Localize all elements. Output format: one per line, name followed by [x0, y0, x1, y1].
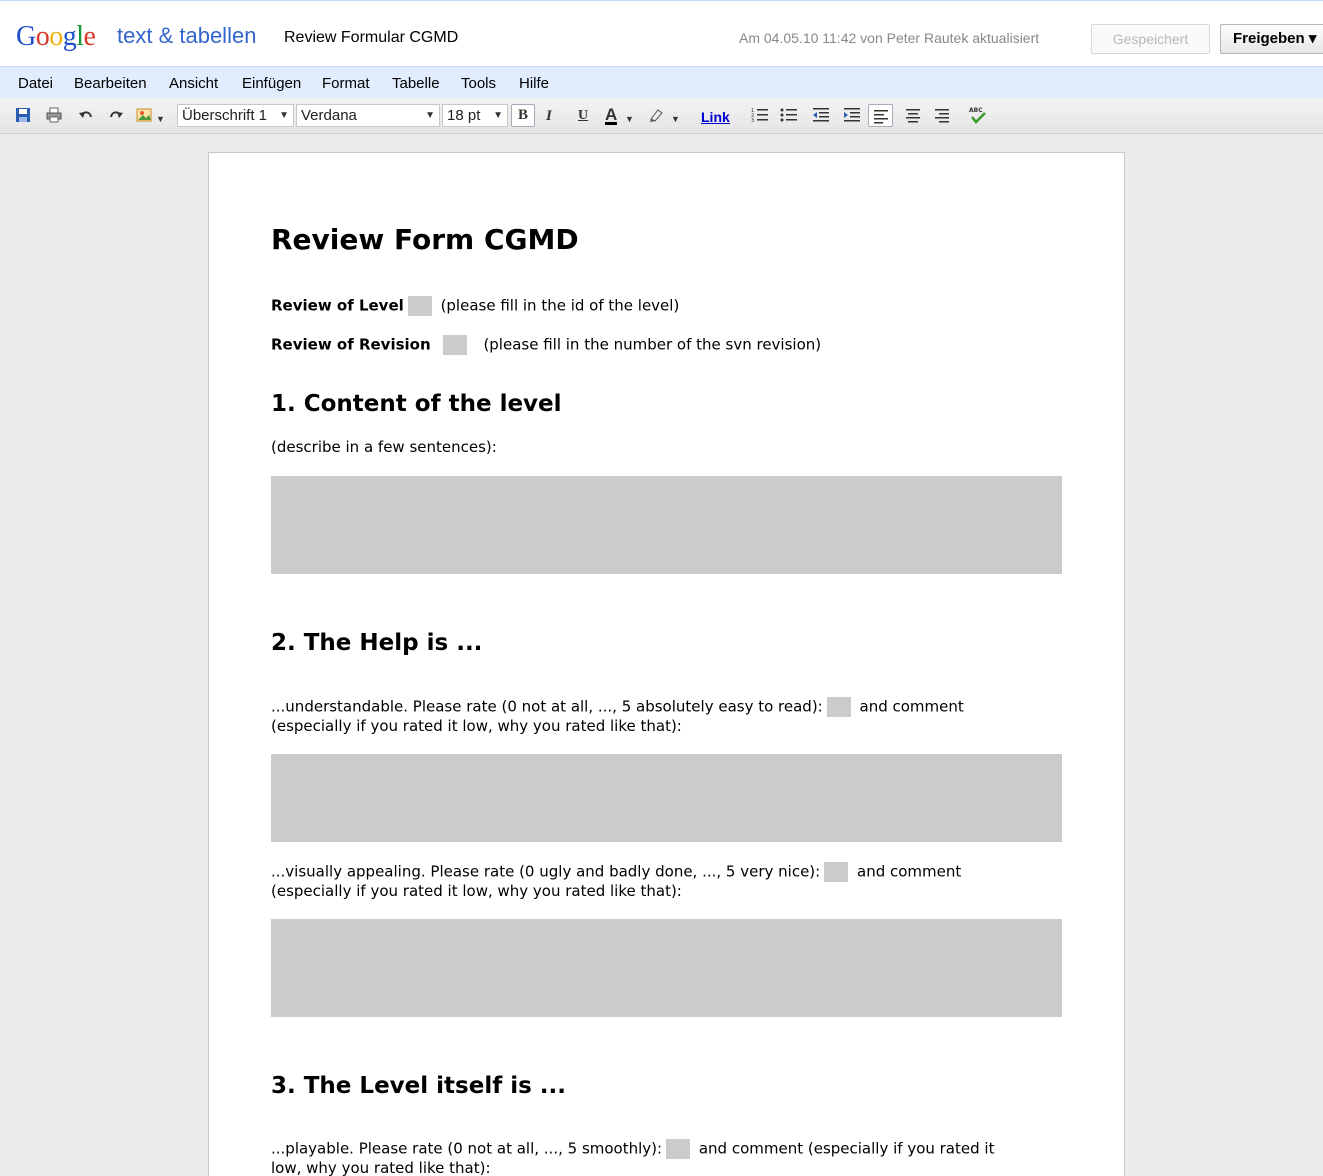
menu-bearbeiten[interactable]: Bearbeiten	[74, 75, 147, 92]
help-understandable-comment-box[interactable]	[271, 754, 1062, 842]
document-page[interactable]: Review Form CGMD Review of Level (please…	[208, 152, 1125, 1176]
link-button[interactable]: Link	[701, 108, 730, 126]
bullet-list-icon[interactable]	[780, 107, 798, 125]
highlight-dropdown-icon[interactable]: ▼	[671, 110, 680, 128]
redo-icon[interactable]	[107, 107, 125, 125]
level-input[interactable]	[407, 296, 432, 316]
text-color-button[interactable]: A	[605, 106, 618, 125]
chevron-down-icon: ▼	[279, 110, 289, 121]
section-2-heading: 2. The Help is ...	[271, 630, 483, 656]
decrease-indent-icon[interactable]	[812, 107, 830, 125]
menu-format[interactable]: Format	[322, 75, 370, 92]
app-header: Google text & tabellen Review Formular C…	[0, 0, 1323, 66]
chevron-down-icon: ▼	[425, 110, 435, 121]
print-icon[interactable]	[45, 107, 63, 125]
insert-image-icon[interactable]	[136, 107, 154, 125]
align-right-icon[interactable]	[933, 107, 951, 125]
revision-hint: (please fill in the number of the svn re…	[483, 335, 822, 354]
numbered-list-icon[interactable]: 123	[751, 107, 769, 125]
menu-bar: Datei Bearbeiten Ansicht Einfügen Format…	[0, 66, 1323, 98]
saved-button[interactable]: Gespeichert	[1091, 24, 1210, 54]
menu-datei[interactable]: Datei	[18, 75, 53, 92]
undo-icon[interactable]	[77, 107, 95, 125]
help-understandable-prompt: ...understandable. Please rate (0 not at…	[271, 697, 823, 716]
level-playable-comment-label: and comment (especially if you rated it	[698, 1139, 995, 1158]
help-visual-comment-label: and comment	[857, 862, 962, 881]
level-hint: (please fill in the id of the level)	[440, 296, 680, 315]
share-button[interactable]: Freigeben ▾	[1220, 24, 1323, 54]
spellcheck-label: ABC	[969, 107, 983, 114]
help-understandable-rating[interactable]	[826, 697, 851, 717]
help-visual-comment-hint: (especially if you rated it low, why you…	[271, 882, 682, 900]
help-visual-text: ...visually appealing. Please rate (0 ug…	[271, 862, 1062, 901]
style-select[interactable]: Überschrift 1 ▼	[177, 104, 294, 127]
font-size-select[interactable]: 18 pt ▼	[442, 104, 508, 127]
help-visual-rating[interactable]	[824, 862, 849, 882]
revision-field-line: Review of Revision (please fill in the n…	[271, 335, 821, 355]
help-understandable-text: ...understandable. Please rate (0 not at…	[271, 697, 1062, 736]
font-select[interactable]: Verdana ▼	[296, 104, 440, 127]
chevron-down-icon: ▼	[493, 110, 503, 121]
google-logo[interactable]: Google	[16, 21, 96, 53]
font-select-value: Verdana	[301, 107, 357, 124]
highlight-color-icon[interactable]	[648, 107, 666, 125]
level-playable-comment-hint: low, why you rated like that):	[271, 1159, 491, 1176]
insert-dropdown-icon[interactable]: ▼	[156, 110, 165, 128]
font-size-value: 18 pt	[447, 107, 481, 124]
menu-tools[interactable]: Tools	[461, 75, 496, 92]
style-select-value: Überschrift 1	[182, 107, 268, 124]
section-1-heading: 1. Content of the level	[271, 391, 562, 417]
align-left-icon[interactable]	[868, 104, 893, 127]
text-color-dropdown-icon[interactable]: ▼	[625, 110, 634, 128]
align-center-icon[interactable]	[904, 107, 922, 125]
last-edit-info: Am 04.05.10 11:42 von Peter Rautek aktua…	[739, 30, 1040, 46]
help-visual-comment-box[interactable]	[271, 919, 1062, 1017]
section-1-description: (describe in a few sentences):	[271, 438, 497, 456]
level-playable-rating[interactable]	[666, 1139, 691, 1159]
menu-tabelle[interactable]: Tabelle	[392, 75, 440, 92]
level-playable-text: ...playable. Please rate (0 not at all, …	[271, 1139, 1062, 1176]
content-description-box[interactable]	[271, 476, 1062, 574]
level-label: Review of Level	[271, 296, 404, 315]
increase-indent-icon[interactable]	[843, 107, 861, 125]
underline-button[interactable]: U	[578, 107, 588, 125]
spellcheck-icon[interactable]: ABC	[968, 105, 988, 129]
save-icon[interactable]	[14, 107, 32, 125]
menu-hilfe[interactable]: Hilfe	[519, 75, 549, 92]
svg-text:3: 3	[751, 118, 754, 123]
product-name[interactable]: text & tabellen	[117, 23, 256, 49]
help-understandable-comment-hint: (especially if you rated it low, why you…	[271, 717, 682, 735]
section-3-heading: 3. The Level itself is ...	[271, 1073, 567, 1099]
formatting-toolbar: ▼ Überschrift 1 ▼ Verdana ▼ 18 pt ▼ B I …	[0, 98, 1323, 134]
level-playable-prompt: ...playable. Please rate (0 not at all, …	[271, 1139, 663, 1158]
help-understandable-comment-label: and comment	[859, 697, 964, 716]
revision-input[interactable]	[442, 335, 467, 355]
revision-label: Review of Revision	[271, 335, 431, 354]
menu-ansicht[interactable]: Ansicht	[169, 75, 218, 92]
document-title[interactable]: Review Formular CGMD	[284, 29, 458, 47]
level-field-line: Review of Level (please fill in the id o…	[271, 296, 679, 316]
help-visual-prompt: ...visually appealing. Please rate (0 ug…	[271, 862, 821, 881]
bold-button[interactable]: B	[511, 104, 535, 127]
menu-einfuegen[interactable]: Einfügen	[242, 75, 301, 92]
italic-button[interactable]: I	[546, 107, 552, 125]
form-title: Review Form CGMD	[271, 223, 579, 256]
